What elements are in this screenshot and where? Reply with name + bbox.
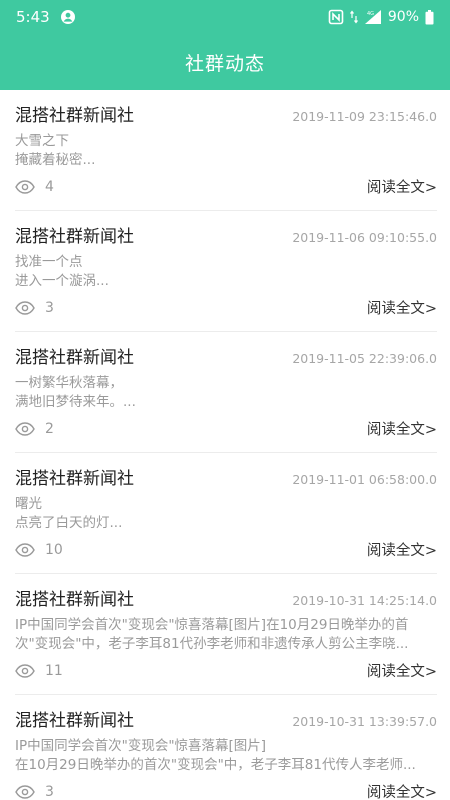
eye-icon	[15, 179, 35, 194]
account-icon	[60, 9, 76, 25]
view-count: 2	[15, 421, 54, 437]
view-count: 3	[15, 784, 54, 800]
post-card[interactable]: 混搭社群新闻社 2019-11-01 06:58:00.0 曙光 点亮了白天的灯…	[15, 453, 437, 574]
post-card[interactable]: 混搭社群新闻社 2019-10-31 14:25:14.0 IP中国同学会首次"…	[15, 574, 437, 695]
read-more-link[interactable]: 阅读全文>	[367, 660, 437, 681]
view-count: 3	[15, 300, 54, 316]
post-time: 2019-11-06 09:10:55.0	[292, 230, 437, 245]
view-count: 10	[15, 542, 63, 558]
eye-icon	[15, 542, 35, 557]
read-more-link[interactable]: 阅读全文>	[367, 418, 437, 439]
post-excerpt: 曙光 点亮了白天的灯...	[15, 495, 437, 533]
view-count-value: 10	[45, 541, 63, 558]
signal-icon: 4G	[364, 9, 382, 25]
post-excerpt-line: 大雪之下	[15, 133, 69, 149]
post-excerpt: 大雪之下 掩藏着秘密...	[15, 132, 437, 170]
post-time: 2019-11-05 22:39:06.0	[292, 351, 437, 366]
eye-icon	[15, 784, 35, 799]
post-source: 混搭社群新闻社	[15, 469, 134, 489]
post-excerpt: IP中国同学会首次"变现会"惊喜落幕[图片] 在10月29日晚举办的首次"变现会…	[15, 737, 437, 775]
status-bar: 5:43 4G 90%	[0, 0, 450, 34]
post-source: 混搭社群新闻社	[15, 227, 134, 247]
post-excerpt: 一树繁华秋落幕， 满地旧梦待来年。...	[15, 374, 437, 412]
post-card[interactable]: 混搭社群新闻社 2019-11-06 09:10:55.0 找准一个点 进入一个…	[15, 211, 437, 332]
post-excerpt-line: 找准一个点	[15, 254, 83, 270]
post-time: 2019-10-31 13:39:57.0	[292, 714, 437, 729]
eye-icon	[15, 663, 35, 678]
nfc-icon	[328, 9, 344, 25]
view-count-value: 11	[45, 662, 63, 679]
post-source: 混搭社群新闻社	[15, 348, 134, 368]
page-title: 社群动态	[184, 52, 265, 75]
post-card[interactable]: 混搭社群新闻社 2019-10-31 13:39:57.0 IP中国同学会首次"…	[15, 695, 437, 800]
post-source: 混搭社群新闻社	[15, 590, 134, 610]
post-excerpt-line: 满地旧梦待来年。...	[15, 394, 136, 410]
post-excerpt: 找准一个点 进入一个漩涡...	[15, 253, 437, 291]
post-excerpt-line: 一树繁华秋落幕，	[15, 375, 123, 391]
post-excerpt-line: 掩藏着秘密...	[15, 152, 96, 168]
post-time: 2019-10-31 14:25:14.0	[292, 593, 437, 608]
app-header: 社群动态	[0, 34, 450, 90]
read-more-link[interactable]: 阅读全文>	[367, 539, 437, 560]
view-count-value: 3	[45, 783, 54, 800]
post-excerpt-line: 在10月29日晚举办的首次"变现会"中，老子李耳81代传人李老师...	[15, 757, 416, 773]
post-excerpt-line: 点亮了白天的灯...	[15, 515, 123, 531]
view-count: 11	[15, 663, 63, 679]
view-count-value: 4	[45, 178, 54, 195]
status-time: 5:43	[16, 8, 50, 26]
battery-percent: 90%	[387, 9, 419, 25]
post-source: 混搭社群新闻社	[15, 711, 134, 731]
post-card[interactable]: 混搭社群新闻社 2019-11-05 22:39:06.0 一树繁华秋落幕， 满…	[15, 332, 437, 453]
view-count-value: 3	[45, 299, 54, 316]
post-excerpt-line: 进入一个漩涡...	[15, 273, 109, 289]
eye-icon	[15, 421, 35, 436]
network-label: 4G	[367, 11, 374, 17]
view-count-value: 2	[45, 420, 54, 437]
post-source: 混搭社群新闻社	[15, 106, 134, 126]
post-excerpt-line: 次"变现会"中，老子李耳81代孙李老师和非遗传承人剪公主李晓...	[15, 636, 409, 652]
post-excerpt-line: IP中国同学会首次"变现会"惊喜落幕[图片]	[15, 738, 267, 754]
post-excerpt: IP中国同学会首次"变现会"惊喜落幕[图片]在10月29日晚举办的首 次"变现会…	[15, 616, 437, 654]
post-excerpt-line: IP中国同学会首次"变现会"惊喜落幕[图片]在10月29日晚举办的首	[15, 617, 409, 633]
post-card[interactable]: 混搭社群新闻社 2019-11-09 23:15:46.0 大雪之下 掩藏着秘密…	[15, 90, 437, 211]
battery-icon	[425, 9, 434, 25]
view-count: 4	[15, 179, 54, 195]
post-excerpt-line: 曙光	[15, 496, 42, 512]
read-more-link[interactable]: 阅读全文>	[367, 781, 437, 800]
post-time: 2019-11-01 06:58:00.0	[292, 472, 437, 487]
read-more-link[interactable]: 阅读全文>	[367, 297, 437, 318]
data-arrows-icon	[349, 10, 358, 24]
post-list: 混搭社群新闻社 2019-11-09 23:15:46.0 大雪之下 掩藏着秘密…	[0, 90, 450, 800]
read-more-link[interactable]: 阅读全文>	[367, 176, 437, 197]
post-time: 2019-11-09 23:15:46.0	[292, 109, 437, 124]
eye-icon	[15, 300, 35, 315]
